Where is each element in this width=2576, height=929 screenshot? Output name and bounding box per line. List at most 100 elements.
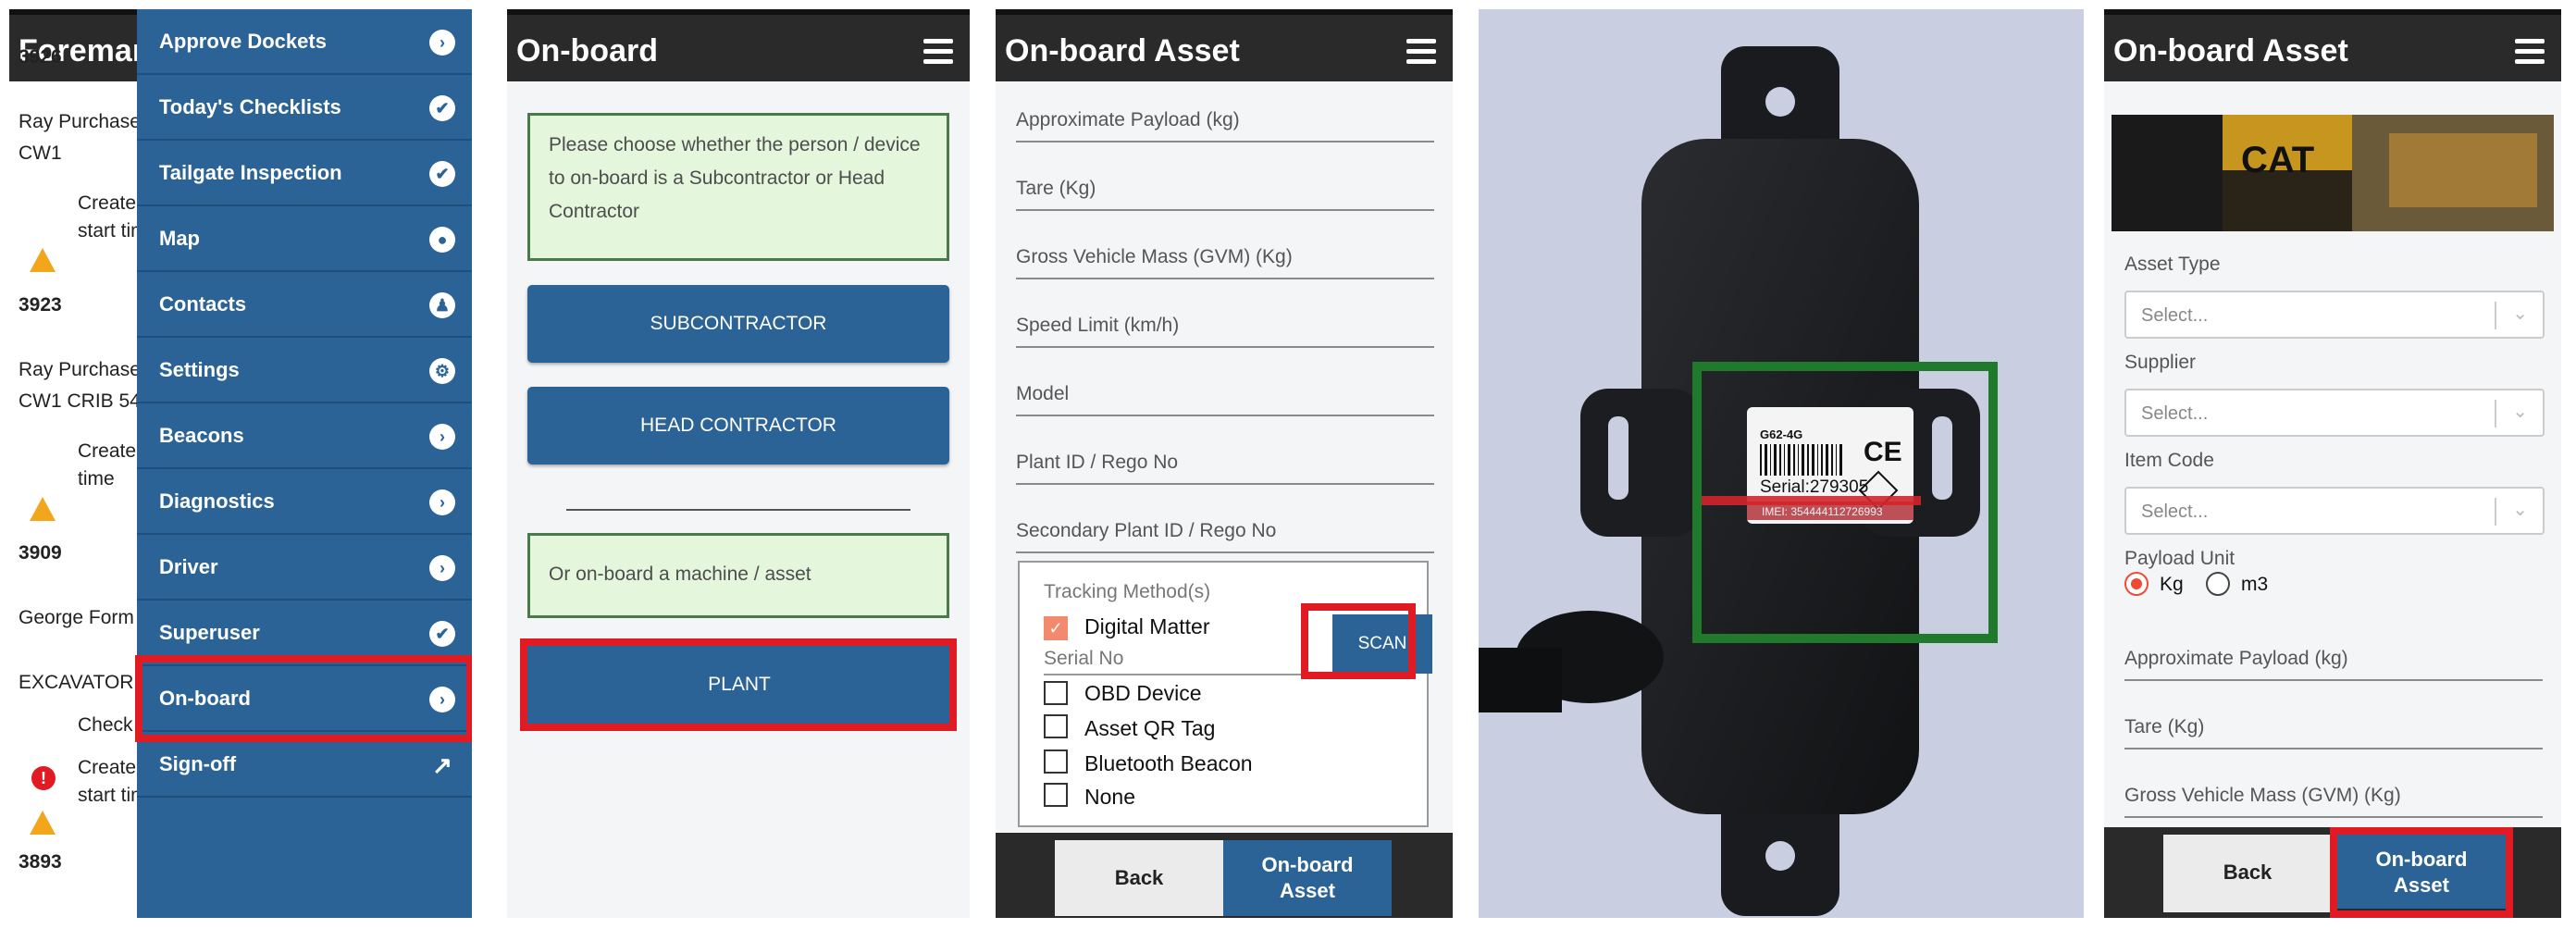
form-field-model[interactable]: Model	[1016, 348, 1434, 416]
chevron-down-icon: ⌄	[2512, 500, 2528, 520]
form-field-approximate-payload-kg[interactable]: Approximate Payload (kg)	[1016, 74, 1434, 142]
device-imei-text: IMEI: 354444112726993	[1762, 505, 1883, 518]
warning-icon	[30, 811, 56, 835]
payload-unit-kg-label: Kg	[2160, 574, 2184, 595]
hamburger-menu-icon[interactable]	[1406, 39, 1436, 65]
job-detail-text: George Form	[19, 607, 134, 628]
job-detail-text: time	[78, 468, 115, 489]
asset-qr-tag-checkbox[interactable]	[1044, 714, 1068, 738]
divider	[566, 509, 910, 511]
menu-item-map[interactable]: Map ●	[137, 206, 472, 272]
menu-item-label: Sign-off	[159, 752, 237, 775]
chevron-down-icon: ⌄	[2512, 303, 2528, 324]
form-field-speed-limit-km-h[interactable]: Speed Limit (km/h)	[1016, 279, 1434, 348]
obd-device-checkbox[interactable]	[1044, 681, 1068, 705]
serial-no-label: Serial No	[1044, 648, 1124, 669]
menu-item-label: Map	[159, 227, 200, 250]
payload-unit-kg-radio[interactable]	[2124, 572, 2149, 596]
side-menu: Approve Dockets › Today's Checklists ✔ Tailg…	[137, 9, 472, 918]
device-model-text: G62-4G	[1760, 427, 1802, 441]
header-title: On-board Asset	[1005, 33, 1240, 68]
job-number: 3923	[19, 294, 62, 316]
chevron-right-icon: ›	[429, 30, 455, 56]
bluetooth-beacon-checkbox[interactable]	[1044, 749, 1068, 774]
job-detail-text: CW1 CRIB 54	[19, 390, 141, 412]
subcontractor-button[interactable]: SUBCONTRACTOR	[527, 285, 949, 363]
chevron-right-icon: ›	[429, 424, 455, 450]
digital-matter-checkbox[interactable]: ✓	[1044, 616, 1068, 640]
highlight-scan-button	[1301, 603, 1416, 679]
none-label: None	[1084, 785, 1135, 809]
panel-onboard-asset-form: On-board Asset Approximate Payload (kg) T…	[996, 9, 1453, 918]
job-detail-text: EXCAVATOR	[19, 672, 134, 693]
panel-foreman-menu: Foreman 3926 Ray Purchase CW1 Create start t…	[9, 9, 472, 918]
menu-item-label: Tailgate Inspection	[159, 161, 342, 184]
menu-item-today-s-checklists[interactable]: Today's Checklists ✔	[137, 75, 472, 141]
hamburger-menu-icon[interactable]	[923, 39, 953, 65]
payload-unit-m3-radio[interactable]	[2206, 572, 2230, 596]
form-field-tare-kg[interactable]: Tare (Kg)	[1016, 142, 1434, 211]
serial-no-input[interactable]	[1044, 674, 1331, 675]
panel-onboard-asset-details: On-board Asset CAT Asset Type Select... ⌄…	[2104, 9, 2561, 918]
none-checkbox[interactable]	[1044, 783, 1068, 807]
check-icon: ✔	[429, 161, 455, 187]
job-detail-text: Ray Purchase	[19, 111, 141, 132]
job-detail-text: Create	[78, 440, 137, 462]
item-code-label: Item Code	[2124, 450, 2214, 471]
device-serial-text: Serial:279305	[1760, 477, 1868, 497]
menu-item-label: Diagnostics	[159, 489, 275, 513]
external-link-icon: ↗	[432, 751, 452, 779]
payload-unit-label: Payload Unit	[2124, 548, 2235, 569]
highlight-onboard-menu	[135, 655, 472, 742]
header-title: On-board	[516, 33, 658, 68]
job-detail-text: CW1	[19, 142, 62, 164]
menu-item-diagnostics[interactable]: Diagnostics ›	[137, 469, 472, 535]
chevron-right-icon: ›	[429, 555, 455, 581]
approx-payload-input[interactable]: Approximate Payload (kg)	[2124, 613, 2543, 681]
menu-item-tailgate-inspection[interactable]: Tailgate Inspection ✔	[137, 141, 472, 206]
warning-icon	[30, 248, 56, 272]
tracker-device-photo: G62-4G CE Serial:279305 IMEI: 3544441127…	[1479, 46, 1998, 916]
mount-hole-icon	[1765, 841, 1795, 871]
asset-type-select[interactable]: Select... ⌄	[2124, 291, 2545, 339]
back-button[interactable]: Back	[1055, 840, 1223, 916]
tare-input[interactable]: Tare (Kg)	[2124, 681, 2543, 749]
warning-icon	[30, 497, 56, 521]
head-contractor-button[interactable]: HEAD CONTRACTOR	[527, 387, 949, 464]
asset-photo: CAT	[2112, 115, 2554, 231]
chevron-right-icon: ›	[429, 489, 455, 515]
back-button[interactable]: Back	[2163, 835, 2332, 912]
job-detail-text: Create	[78, 192, 137, 214]
gear-icon: ⚙	[429, 358, 455, 384]
chevron-down-icon: ⌄	[2512, 402, 2528, 422]
item-code-select[interactable]: Select... ⌄	[2124, 487, 2545, 535]
menu-item-label: Today's Checklists	[159, 95, 341, 118]
digital-matter-label: Digital Matter	[1084, 614, 1210, 638]
instruction-note: Please choose whether the person / devic…	[527, 113, 949, 261]
menu-item-contacts[interactable]: Contacts ♟	[137, 272, 472, 338]
job-detail-text: Create	[78, 757, 137, 778]
mounting-wing-left	[1580, 389, 1701, 537]
highlight-onboard-asset-button	[2330, 827, 2513, 918]
check-icon: ✔	[429, 95, 455, 121]
menu-item-beacons[interactable]: Beacons ›	[137, 403, 472, 469]
form-field-plant-id-rego-no[interactable]: Plant ID / Rego No	[1016, 416, 1434, 485]
menu-item-approve-dockets[interactable]: Approve Dockets ›	[137, 9, 472, 75]
onboard-asset-button[interactable]: On-board Asset	[1223, 840, 1392, 916]
job-number: 3893	[19, 851, 62, 873]
scan-line	[1699, 496, 1921, 505]
hamburger-menu-icon[interactable]	[2515, 39, 2545, 65]
form-field-gross-vehicle-mass-gvm-kg[interactable]: Gross Vehicle Mass (GVM) (Kg)	[1016, 211, 1434, 279]
map-pin-icon: ●	[429, 227, 455, 253]
form-field-secondary-plant-id-rego-no[interactable]: Secondary Plant ID / Rego No	[1016, 485, 1434, 553]
asset-qr-tag-label: Asset QR Tag	[1084, 716, 1216, 740]
mount-hole-icon	[1765, 87, 1795, 117]
menu-item-driver[interactable]: Driver ›	[137, 535, 472, 601]
ce-mark-text: CE	[1864, 437, 1902, 467]
app-header: On-board Asset	[996, 9, 1453, 81]
gvm-input[interactable]: Gross Vehicle Mass (GVM) (Kg)	[2124, 749, 2543, 818]
supplier-select[interactable]: Select... ⌄	[2124, 389, 2545, 437]
obd-device-label: OBD Device	[1084, 681, 1202, 705]
menu-item-settings[interactable]: Settings ⚙	[137, 338, 472, 403]
highlight-plant-button	[520, 638, 957, 731]
